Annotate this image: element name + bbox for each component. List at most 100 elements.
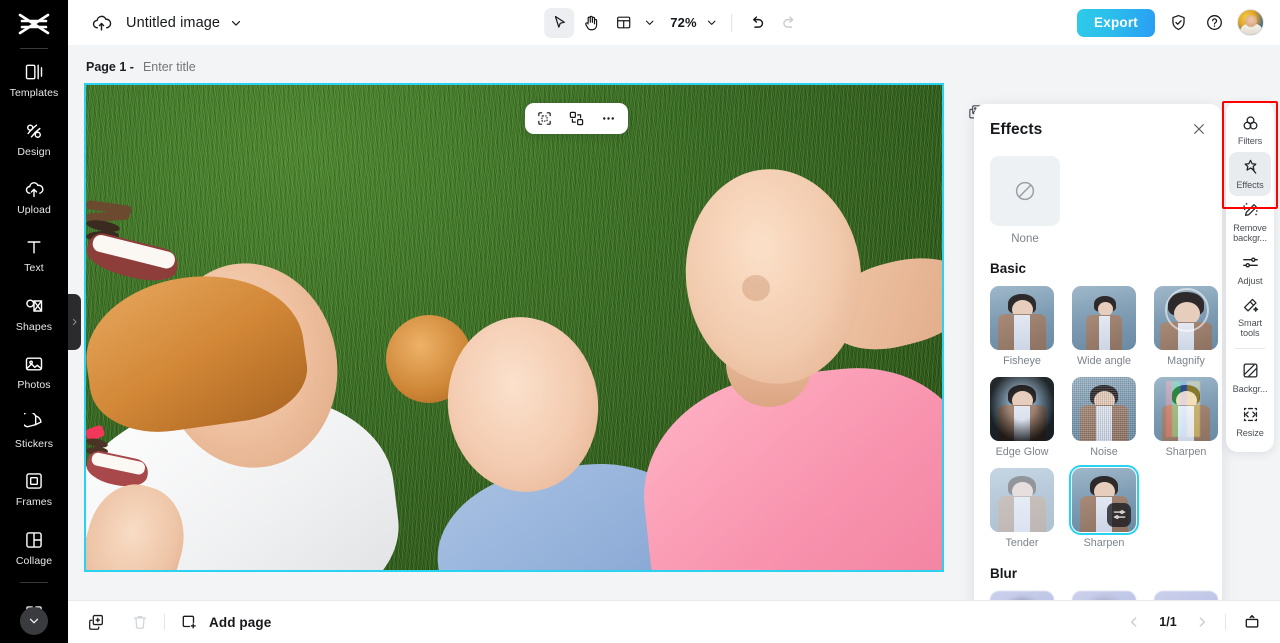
layout-chevron-down-icon[interactable] [640,10,658,36]
sidebar-item-shapes[interactable]: Shapes [0,284,68,342]
sidebar-item-stickers[interactable]: Stickers [0,401,68,459]
more-options-icon[interactable] [595,106,622,131]
effect-thumbnail [990,468,1054,532]
canvas-selected-image[interactable] [84,83,944,572]
right-rail-item-background[interactable]: Backgr... [1229,355,1271,399]
right-rail-label: Backgr... [1233,384,1268,394]
chevron-right-icon[interactable] [1193,613,1211,631]
layout-tool-button[interactable] [608,8,638,38]
effect-settings-icon[interactable] [1107,503,1131,527]
adjust-icon [1240,253,1260,273]
zoom-level-value[interactable]: 72% [660,15,701,30]
cloud-upload-icon[interactable] [90,12,112,34]
replace-image-icon[interactable] [563,106,590,131]
effect-label: Tender [990,537,1054,550]
effect-fisheye[interactable]: Fisheye [990,286,1054,368]
redo-button[interactable] [774,8,804,38]
resize-icon [1240,405,1260,425]
right-rail-item-remove-background[interactable]: Remove backgr... [1229,196,1271,247]
edge-glow-overlay [990,377,1054,441]
effect-noise[interactable]: Noise [1072,377,1136,459]
sidebar-item-frames[interactable]: Frames [0,460,68,518]
document-title[interactable]: Untitled image [126,15,220,31]
text-icon [23,236,45,258]
effects-panel-title: Effects [990,121,1206,139]
right-rail-label: Remove backgr... [1229,223,1271,243]
effect-label: Noise [1072,446,1136,459]
right-rail-label: Resize [1236,428,1263,438]
effect-tender[interactable]: Tender [990,468,1054,550]
effect-label: Magnify [1154,355,1218,368]
page-title-row: Page 1 - [86,60,263,74]
crop-image-icon[interactable] [531,106,558,131]
sidebar-item-photos[interactable]: Photos [0,343,68,401]
effect-label: Fisheye [990,355,1054,368]
effects-panel-body[interactable]: None Basic Fisheye [974,139,1222,600]
collage-icon [23,529,45,551]
effect-blur-2[interactable] [1072,591,1136,600]
undo-button[interactable] [742,8,772,38]
section-title-blur: Blur [990,566,1206,581]
sidebar-label: Templates [10,88,59,99]
sidebar-label: Design [17,147,50,158]
effect-blur-3[interactable] [1154,591,1218,600]
effect-label: Sharpen [1154,446,1218,459]
noise-overlay [1072,377,1136,441]
no-effect-icon[interactable] [990,156,1060,226]
page-title-input[interactable] [143,60,263,74]
export-button[interactable]: Export [1077,9,1155,37]
shield-check-icon[interactable] [1165,10,1191,36]
background-icon [1240,361,1260,381]
right-rail-item-effects[interactable]: Effects [1229,152,1271,196]
right-rail-label: Smart tools [1229,318,1271,338]
effect-sharpen-rgb[interactable]: Sharpen [1154,377,1218,459]
effect-edge-glow[interactable]: Edge Glow [990,377,1054,459]
sidebar-item-collage[interactable]: Collage [0,518,68,576]
chromatic-overlay [1166,381,1200,437]
effects-icon [1240,157,1260,177]
section-title-basic: Basic [990,261,1206,276]
sidebar-item-text[interactable]: Text [0,226,68,284]
right-rail-item-resize[interactable]: Resize [1229,399,1271,443]
add-page-button[interactable]: Add page [177,610,271,634]
effect-blur-1[interactable] [990,591,1054,600]
chevron-down-icon[interactable] [229,16,243,30]
sidebar-expand-handle[interactable] [68,294,81,350]
sidebar-item-upload[interactable]: Upload [0,168,68,226]
add-page-icon [177,610,201,634]
right-rail-item-smart-tools[interactable]: Smart tools [1229,291,1271,342]
upload-icon [23,178,45,200]
effect-wide-angle[interactable]: Wide angle [1072,286,1136,368]
zoom-chevron-down-icon[interactable] [703,10,721,36]
trash-icon[interactable] [128,610,152,634]
sidebar-item-design[interactable]: Design [0,109,68,167]
top-right-group: Export [1077,9,1264,37]
effect-sharpen-selected[interactable]: Sharpen [1072,468,1136,550]
sidebar-label: Stickers [15,439,53,450]
frames-icon [23,470,45,492]
sidebar-collapse-button[interactable] [20,607,48,635]
right-tool-rail: Filters Effects Remove [1226,101,1274,452]
user-avatar[interactable] [1237,9,1264,36]
bottom-bar: Add page 1/1 [68,600,1280,643]
filters-icon [1240,113,1260,133]
question-circle-icon[interactable] [1201,10,1227,36]
image-editor-app: Templates Design Upload [0,0,1280,643]
right-rail-item-filters[interactable]: Filters [1229,108,1271,152]
select-tool-button[interactable] [544,8,574,38]
right-rail-label: Effects [1236,180,1263,190]
effect-magnify[interactable]: Magnify [1154,286,1218,368]
right-rail-item-adjust[interactable]: Adjust [1229,247,1271,291]
app-logo-icon[interactable] [17,8,51,43]
chevron-left-icon[interactable] [1125,613,1143,631]
remove-background-icon [1240,200,1260,220]
effect-none[interactable]: None [990,156,1206,245]
close-icon[interactable] [1188,118,1210,140]
present-icon[interactable] [1240,610,1264,634]
toolbar-divider [731,14,732,32]
effect-label: Edge Glow [990,446,1054,459]
duplicate-page-icon[interactable] [84,610,108,634]
effect-thumbnail [1072,377,1136,441]
hand-tool-button[interactable] [576,8,606,38]
sidebar-item-templates[interactable]: Templates [0,51,68,109]
